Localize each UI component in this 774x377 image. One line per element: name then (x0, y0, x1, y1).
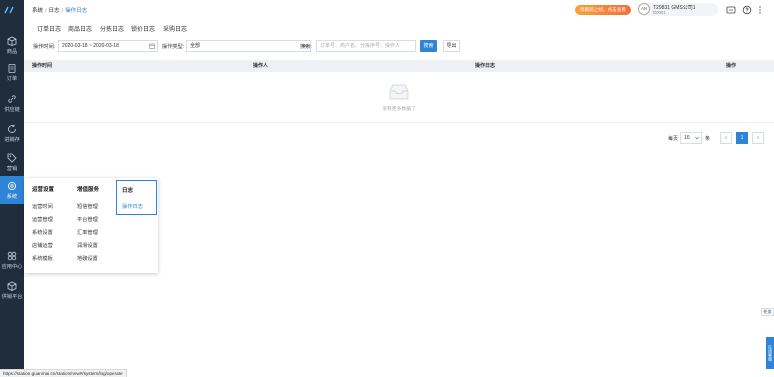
box-icon (7, 36, 17, 46)
tag-icon (7, 153, 17, 163)
tab-price-lock-log[interactable]: 锁价日志 (131, 22, 155, 38)
column-header: 操作时间 (32, 63, 53, 69)
avatar: AN (638, 3, 650, 15)
page-button-current[interactable]: 1 (736, 132, 748, 144)
flyout-item[interactable]: 短信管理 (77, 203, 98, 210)
column-header: 操作日志 (475, 63, 496, 69)
empty-text: 没有更多数据了 (382, 107, 416, 112)
cube-icon (7, 281, 17, 291)
table-divider (24, 122, 774, 123)
search-button[interactable]: 搜索 (420, 40, 437, 52)
calendar-icon (149, 43, 155, 49)
per-page-value: 10 (684, 135, 690, 141)
time-label: 操作时间: (33, 44, 56, 50)
status-bar-url: https://station.guanmai.cn/station/new#/… (0, 369, 127, 377)
flyout-item[interactable]: 平台管理 (77, 216, 98, 223)
flyout-item[interactable]: 汇率管理 (77, 229, 98, 236)
per-page-select[interactable]: 10 (680, 132, 702, 144)
user-id: G0001 (653, 10, 666, 15)
sidebar-item-label: 营销 (6, 165, 18, 172)
sidebar-item-inventory[interactable]: 进销存 (0, 120, 24, 146)
flyout-item[interactable]: 店铺运营 (32, 242, 53, 249)
apps-icon (7, 251, 17, 260)
tab-goods-log[interactable]: 商品日志 (68, 22, 92, 38)
sidebar-item-supply-chain[interactable]: 供应链 (0, 90, 24, 116)
flyout-item[interactable]: 系统设置 (32, 229, 53, 236)
sidebar-item-label: 供销平台 (1, 293, 23, 300)
empty-state: 没有更多数据了 (374, 83, 424, 112)
operation-type-select[interactable]: 全部 (186, 40, 311, 52)
sidebar-item-label: 订单 (6, 75, 18, 82)
sidebar-item-marketing[interactable]: 营销 (0, 149, 24, 175)
breadcrumb-item[interactable]: 日志 (49, 8, 60, 14)
sidebar-item-app-center[interactable]: 应用中心 (0, 247, 24, 273)
sidebar-item-label: 商品 (6, 48, 18, 55)
flyout-heading: 日志 (122, 188, 134, 194)
empty-inbox-icon (389, 84, 409, 100)
message-icon[interactable] (726, 5, 736, 15)
flyout-heading: 增值服务 (77, 187, 100, 193)
filter-bar: 操作时间: 2020-03-18 ~ 2020-03-18 操作类型: 全部 搜… (24, 40, 774, 54)
tab-order-log[interactable]: 订单日志 (37, 22, 61, 38)
flyout-item[interactable]: 地磅设置 (77, 255, 98, 262)
breadcrumb-item[interactable]: 系统 (32, 8, 43, 14)
refresh-icon (8, 124, 16, 133)
clipboard-icon (8, 63, 16, 73)
flyout-heading: 运营设置 (32, 187, 55, 193)
sidebar-item-label: 进销存 (4, 136, 20, 143)
per-page-unit: 条 (705, 136, 711, 142)
gear-icon (7, 181, 17, 190)
column-header: 操作 (726, 63, 737, 69)
sidebar-item-goods[interactable]: 商品 (0, 32, 24, 58)
operation-type-value: 全部 (190, 43, 201, 49)
help-icon[interactable] (742, 5, 752, 15)
tab-sorting-log[interactable]: 分拣日志 (100, 22, 124, 38)
date-range-picker[interactable]: 2020-03-18 ~ 2020-03-18 (58, 40, 158, 52)
top-header: 系统 / 日志 / 操作日志 待跟踪上线，点击查看 AN T29831 GMS公司1 G… (24, 0, 774, 20)
flyout-item[interactable]: 润滑设置 (77, 242, 98, 249)
next-page-button[interactable]: › (752, 132, 764, 144)
task-float-button[interactable]: 任务 (761, 308, 774, 316)
sidebar-item-label: 供应链 (4, 106, 20, 113)
system-flyout-menu: 运营设置 运营时间 运营管理 系统设置 店铺运营 系统模板 增值服务 短信管理 … (24, 178, 158, 273)
prev-page-button[interactable]: ‹ (720, 132, 732, 144)
export-button[interactable]: 导出 (443, 40, 460, 52)
more-icon[interactable] (755, 5, 765, 15)
sidebar: 商品 订单 供应链 进销存 营销 系统 应用中心 供销平台 (0, 0, 24, 377)
breadcrumb-current: 操作日志 (65, 8, 88, 14)
flyout-column-log: 日志 操作日志 (116, 180, 157, 215)
tab-purchase-log[interactable]: 采购日志 (163, 22, 187, 38)
search-input[interactable]: 订单号、商户名、分拣序号、操作人 (316, 40, 416, 52)
sidebar-item-orders[interactable]: 订单 (0, 59, 24, 85)
search-label: 搜索: (300, 44, 312, 50)
sidebar-item-system[interactable]: 系统 (0, 176, 24, 204)
flyout-item[interactable]: 系统模板 (32, 255, 53, 262)
link-icon (8, 94, 16, 103)
flyout-item[interactable]: 运营时间 (32, 203, 53, 210)
user-menu[interactable]: AN T29831 GMS公司1 G0001 (638, 3, 718, 16)
breadcrumb: 系统 / 日志 / 操作日志 (32, 8, 88, 14)
promo-banner[interactable]: 待跟踪上线，点击查看 (575, 5, 631, 15)
chevron-down-icon (695, 136, 699, 140)
table-header: 操作时间 操作人 操作日志 操作 (24, 60, 774, 72)
flyout-item-active[interactable]: 操作日志 (122, 203, 143, 210)
sidebar-item-distribution[interactable]: 供销平台 (0, 277, 24, 303)
column-header: 操作人 (253, 63, 269, 69)
type-label: 操作类型: (162, 44, 185, 50)
per-page-label: 每页 (668, 136, 679, 142)
online-service-button[interactable]: 在线客服 (766, 337, 774, 369)
sidebar-item-label: 系统 (6, 193, 18, 200)
date-range-value: 2020-03-18 ~ 2020-03-18 (62, 43, 119, 49)
logo-icon (4, 6, 14, 14)
sidebar-item-label: 应用中心 (1, 263, 23, 270)
flyout-item[interactable]: 运营管理 (32, 216, 53, 223)
